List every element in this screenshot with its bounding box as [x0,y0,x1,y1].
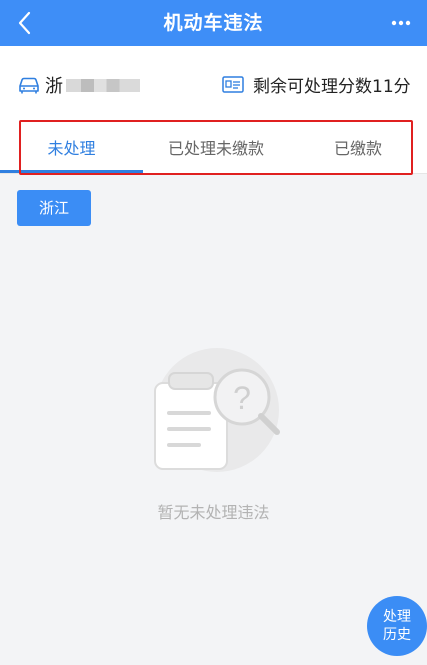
svg-text:?: ? [233,380,251,416]
car-icon [19,77,39,94]
page-title: 机动车违法 [163,12,264,34]
plate-mask [66,79,140,92]
history-button-line2: 历史 [383,627,411,643]
region-filter-button[interactable]: 浙江 [17,190,91,226]
vehicle-info-bar: 浙 剩余可处理分数11分 [0,46,427,124]
plate-number: 浙 [45,76,63,97]
empty-state-text: 暂无未处理违法 [157,503,270,522]
remaining-points: 剩余可处理分数11分 [253,77,411,97]
top-navbar: 机动车违法 [0,0,427,46]
history-button-line1: 处理 [383,609,411,625]
id-card-icon [222,76,244,93]
history-button[interactable]: 处理 历史 [367,596,427,656]
tabs-highlight-box [19,120,413,175]
more-dots-icon[interactable] [385,11,417,35]
clipboard-question-icon: ? [154,348,280,472]
